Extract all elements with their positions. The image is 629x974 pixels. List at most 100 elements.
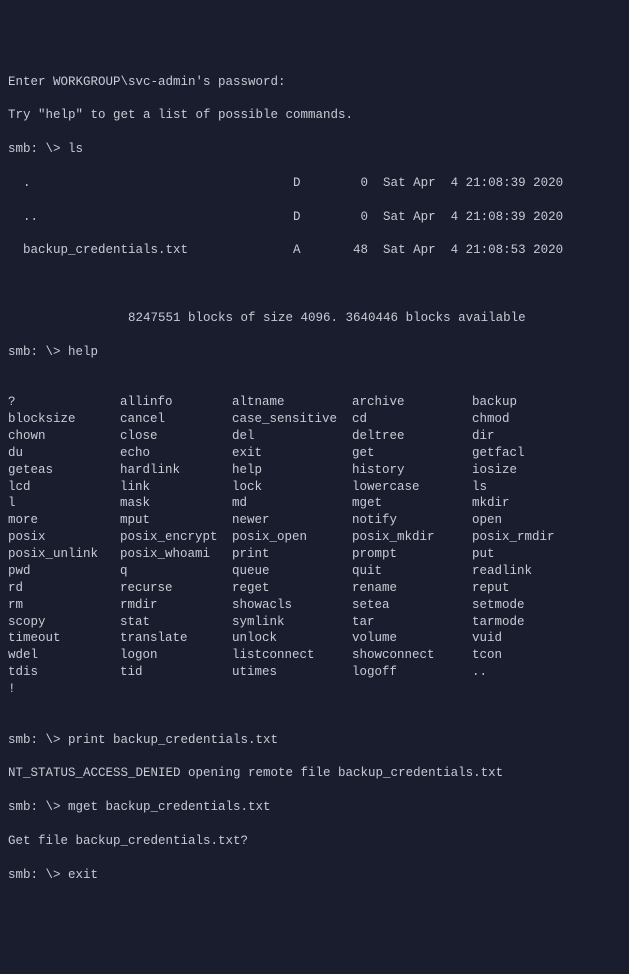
help-cmd: rd (8, 580, 120, 597)
help-cmd: stat (120, 614, 232, 631)
help-row: wdellogonlistconnectshowconnecttcon (8, 647, 621, 664)
prompt-print[interactable]: smb: \> print backup_credentials.txt (8, 732, 621, 749)
help-cmd: reput (472, 580, 621, 597)
help-cmd: print (232, 546, 352, 563)
help-cmd: tar (352, 614, 472, 631)
listing-row-dot: . D 0 Sat Apr 4 21:08:39 2020 (8, 175, 621, 192)
help-cmd (120, 681, 232, 698)
help-cmd: rm (8, 597, 120, 614)
help-cmd: iosize (472, 462, 621, 479)
help-cmd: dir (472, 428, 621, 445)
help-cmd: newer (232, 512, 352, 529)
help-cmd: deltree (352, 428, 472, 445)
help-cmd: archive (352, 394, 472, 411)
help-row: lmaskmdmgetmkdir (8, 495, 621, 512)
line-get-file-question[interactable]: Get file backup_credentials.txt? (8, 833, 621, 850)
cmd-ls: ls (68, 142, 83, 156)
help-row: ! (8, 681, 621, 698)
help-cmd: close (120, 428, 232, 445)
prompt: smb: \> (8, 345, 68, 359)
help-cmd: reget (232, 580, 352, 597)
help-cmd: translate (120, 630, 232, 647)
help-cmd: timeout (8, 630, 120, 647)
help-cmd: showconnect (352, 647, 472, 664)
help-cmd: symlink (232, 614, 352, 631)
help-cmd: queue (232, 563, 352, 580)
help-cmd (472, 681, 621, 698)
cmd-help: help (68, 345, 98, 359)
prompt: smb: \> (8, 142, 68, 156)
prompt: smb: \> (8, 800, 68, 814)
help-cmd (352, 681, 472, 698)
help-cmd: cd (352, 411, 472, 428)
help-cmd: scopy (8, 614, 120, 631)
help-row: pwdqqueuequitreadlink (8, 563, 621, 580)
help-cmd: tarmode (472, 614, 621, 631)
help-cmd: posix_open (232, 529, 352, 546)
line-access-denied: NT_STATUS_ACCESS_DENIED opening remote f… (8, 765, 621, 782)
help-cmd: mput (120, 512, 232, 529)
help-cmd: lcd (8, 479, 120, 496)
help-cmd: notify (352, 512, 472, 529)
help-cmd: unlock (232, 630, 352, 647)
help-cmd: logoff (352, 664, 472, 681)
help-cmd: posix_whoami (120, 546, 232, 563)
help-cmd: history (352, 462, 472, 479)
listing-row-dotdot: .. D 0 Sat Apr 4 21:08:39 2020 (8, 209, 621, 226)
line-prompt-password: Enter WORKGROUP\svc-admin's password: (8, 74, 621, 91)
help-row: timeouttranslateunlockvolumevuid (8, 630, 621, 647)
help-cmd: quit (352, 563, 472, 580)
help-cmd: del (232, 428, 352, 445)
prompt-exit[interactable]: smb: \> exit (8, 867, 621, 884)
help-row: scopystatsymlinktartarmode (8, 614, 621, 631)
help-cmd: wdel (8, 647, 120, 664)
help-cmd: posix_encrypt (120, 529, 232, 546)
help-cmd: tdis (8, 664, 120, 681)
help-cmd (232, 681, 352, 698)
help-cmd: tid (120, 664, 232, 681)
prompt: smb: \> (8, 868, 68, 882)
help-cmd: rmdir (120, 597, 232, 614)
help-cmd: exit (232, 445, 352, 462)
help-row: chownclosedeldeltreedir (8, 428, 621, 445)
help-row: moremputnewernotifyopen (8, 512, 621, 529)
help-cmd: mget (352, 495, 472, 512)
help-cmd: showacls (232, 597, 352, 614)
help-row: geteashardlinkhelphistoryiosize (8, 462, 621, 479)
help-cmd: hardlink (120, 462, 232, 479)
cmd-exit: exit (68, 868, 98, 882)
help-cmd: pwd (8, 563, 120, 580)
help-row: lcdlinklocklowercasels (8, 479, 621, 496)
prompt-ls[interactable]: smb: \> ls (8, 141, 621, 158)
help-cmd: tcon (472, 647, 621, 664)
prompt-mget[interactable]: smb: \> mget backup_credentials.txt (8, 799, 621, 816)
help-cmd: recurse (120, 580, 232, 597)
help-output: ?allinfoaltnamearchivebackupblocksizecan… (8, 394, 621, 698)
help-cmd: get (352, 445, 472, 462)
listing-blocks: 8247551 blocks of size 4096. 3640446 blo… (8, 310, 621, 327)
help-cmd: chmod (472, 411, 621, 428)
help-cmd: mask (120, 495, 232, 512)
prompt: smb: \> (8, 733, 68, 747)
help-cmd: q (120, 563, 232, 580)
help-cmd: case_sensitive (232, 411, 352, 428)
help-cmd: ! (8, 681, 120, 698)
help-cmd: utimes (232, 664, 352, 681)
help-cmd: backup (472, 394, 621, 411)
help-row: tdistidutimeslogoff.. (8, 664, 621, 681)
help-cmd: chown (8, 428, 120, 445)
help-cmd: posix_rmdir (472, 529, 621, 546)
help-cmd: rename (352, 580, 472, 597)
help-cmd: more (8, 512, 120, 529)
help-cmd: getfacl (472, 445, 621, 462)
help-row: duechoexitgetgetfacl (8, 445, 621, 462)
cmd-mget: mget backup_credentials.txt (68, 800, 271, 814)
help-cmd: posix (8, 529, 120, 546)
prompt-help[interactable]: smb: \> help (8, 344, 621, 361)
help-cmd: lowercase (352, 479, 472, 496)
help-cmd: geteas (8, 462, 120, 479)
help-cmd: listconnect (232, 647, 352, 664)
help-cmd: vuid (472, 630, 621, 647)
help-row: blocksizecancelcase_sensitivecdchmod (8, 411, 621, 428)
help-cmd: cancel (120, 411, 232, 428)
